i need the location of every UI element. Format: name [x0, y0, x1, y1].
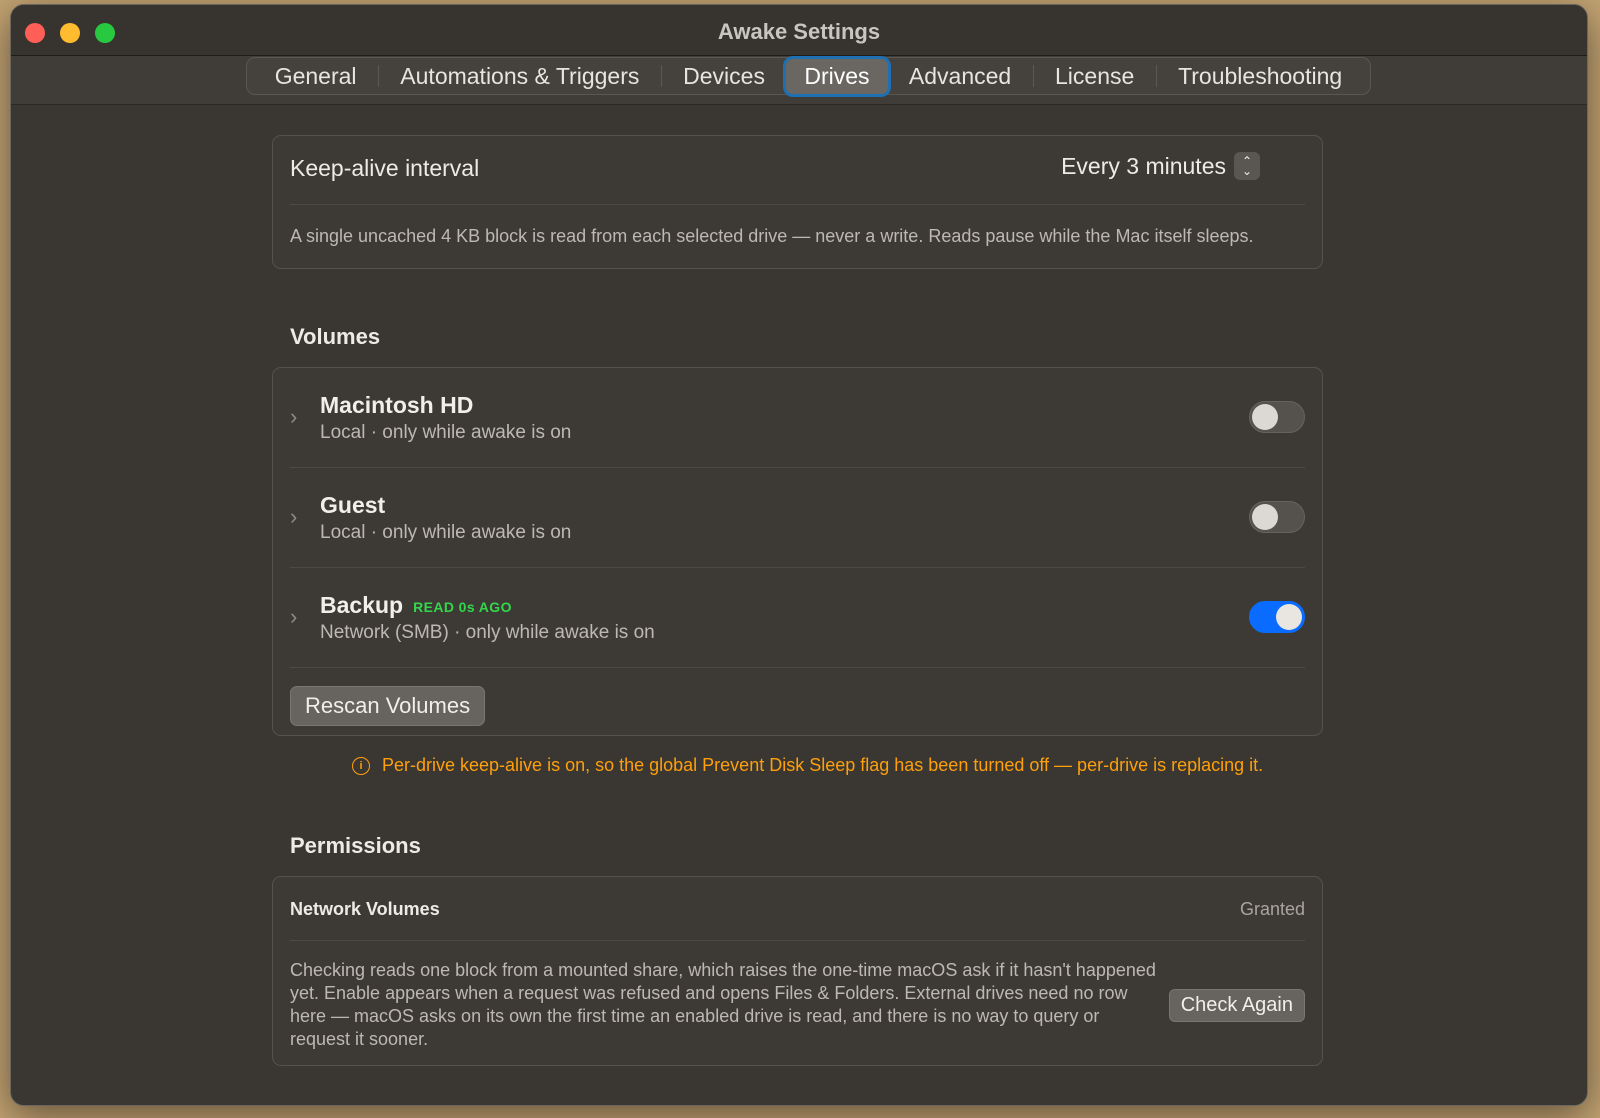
- volume-toggle-macintosh-hd[interactable]: [1249, 401, 1305, 433]
- volume-toggle-guest[interactable]: [1249, 501, 1305, 533]
- up-down-chevron-icon: ⌃ ⌄: [1234, 152, 1260, 180]
- divider: [290, 940, 1305, 941]
- network-volumes-label: Network Volumes: [290, 899, 440, 919]
- volume-name: Backup READ 0s AGO: [320, 592, 512, 618]
- permissions-description: Checking reads one block from a mounted …: [290, 960, 1156, 1049]
- keepalive-interval-value: Every 3 minutes: [1061, 152, 1226, 179]
- tab-bar: General Automations & Triggers Devices D…: [246, 57, 1371, 95]
- keepalive-label: Keep-alive interval: [290, 155, 480, 181]
- divider: [290, 667, 1305, 668]
- tab-separator: [660, 65, 662, 87]
- tab-drives[interactable]: Drives: [786, 58, 888, 94]
- keepalive-description: A single uncached 4 KB block is read fro…: [290, 226, 1254, 246]
- tab-license[interactable]: License: [1037, 59, 1152, 94]
- rescan-volumes-button[interactable]: Rescan Volumes: [290, 686, 486, 726]
- volume-toggle-backup[interactable]: [1249, 601, 1305, 633]
- volumes-heading: Volumes: [290, 324, 381, 349]
- volume-row-macintosh-hd[interactable]: › Macintosh HD Local · only while awake …: [290, 368, 1305, 468]
- info-circle-icon: i: [352, 756, 370, 775]
- tab-advanced[interactable]: Advanced: [891, 59, 1029, 94]
- volume-row-backup[interactable]: › Backup READ 0s AGO Network (SMB) · only…: [290, 568, 1305, 668]
- tab-separator: [1155, 65, 1157, 87]
- disk-sleep-warning: i Per-drive keep-alive is on, so the glo…: [352, 755, 1263, 776]
- permission-status: Granted: [1239, 899, 1305, 919]
- volume-row-guest[interactable]: › Guest Local · only while awake is on: [290, 468, 1305, 568]
- permissions-heading: Permissions: [290, 833, 421, 858]
- tab-separator: [377, 65, 379, 87]
- chevron-right-icon[interactable]: ›: [290, 404, 297, 430]
- warning-text: Per-drive keep-alive is on, so the globa…: [382, 755, 1264, 775]
- divider: [290, 204, 1305, 205]
- window-title: Awake Settings: [717, 19, 881, 44]
- chevron-right-icon[interactable]: ›: [290, 504, 297, 530]
- tab-automations-triggers[interactable]: Automations & Triggers: [382, 59, 657, 94]
- check-again-button[interactable]: Check Again: [1168, 989, 1305, 1022]
- volume-name: Macintosh HD: [320, 392, 474, 418]
- tab-troubleshooting[interactable]: Troubleshooting: [1160, 59, 1360, 94]
- volumes-card: › Macintosh HD Local · only while awake …: [272, 367, 1323, 736]
- tab-general[interactable]: General: [257, 59, 375, 94]
- permissions-card: Network Volumes Granted Checking reads o…: [272, 876, 1323, 1066]
- tab-separator: [1032, 65, 1034, 87]
- chevron-right-icon[interactable]: ›: [290, 604, 297, 630]
- volume-name: Guest: [320, 492, 386, 518]
- toggle-knob: [1252, 504, 1278, 530]
- read-status-badge: READ 0s AGO: [413, 598, 512, 615]
- toggle-knob: [1252, 404, 1278, 430]
- toggle-knob: [1276, 604, 1302, 630]
- volume-subtitle: Local · only while awake is on: [320, 422, 572, 443]
- keepalive-card: Keep-alive interval Every 3 minutes ⌃ ⌄ A…: [272, 135, 1323, 269]
- volume-subtitle: Network (SMB) · only while awake is on: [320, 622, 655, 643]
- volume-subtitle: Local · only while awake is on: [320, 522, 572, 543]
- titlebar: Awake Settings: [11, 5, 1587, 56]
- keepalive-interval-select[interactable]: Every 3 minutes ⌃ ⌄: [1061, 152, 1260, 180]
- tab-devices[interactable]: Devices: [665, 59, 783, 94]
